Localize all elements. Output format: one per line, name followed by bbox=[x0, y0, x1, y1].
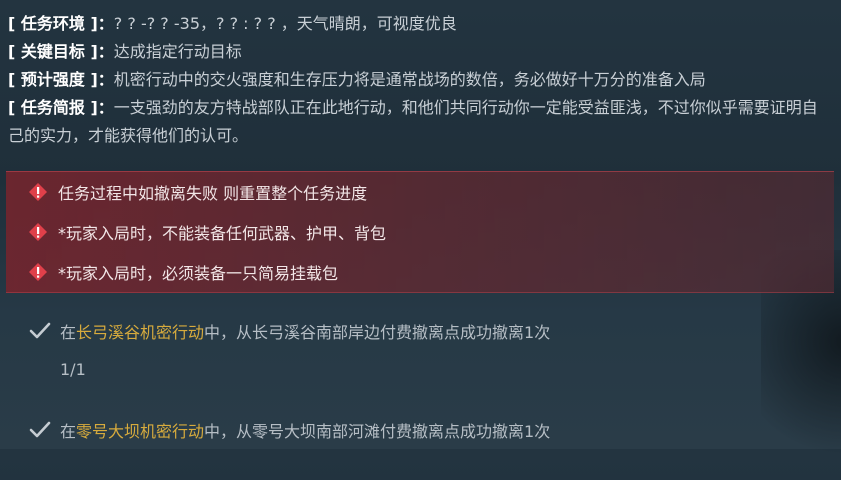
warning-text: 任务过程中如撤离失败 则重置整个任务进度 bbox=[58, 184, 368, 203]
task-suffix: 中，从零号大坝南部河滩付费撤离点成功撤离1次 bbox=[204, 422, 551, 441]
task-prefix: 在 bbox=[60, 422, 77, 441]
warning-item: *玩家入局时，必须装备一只简易挂载包 bbox=[28, 257, 338, 287]
intensity-label: [ 预计强度 ]： bbox=[8, 70, 114, 89]
mission-intensity-row: [ 预计强度 ]：机密行动中的交火强度和生存压力将是通常战场的数倍，务必做好十万… bbox=[8, 66, 833, 94]
checkmark-icon bbox=[29, 322, 51, 339]
warning-panel: 任务过程中如撤离失败 则重置整个任务进度 *玩家入局时，不能装备任何武器、护甲、… bbox=[6, 171, 834, 293]
environment-value: ? ? -? ? -35，? ? : ? ? ，天气晴朗，可视度优良 bbox=[113, 14, 457, 33]
task-prefix: 在 bbox=[60, 323, 77, 342]
brief-label: [ 任务简报 ]： bbox=[8, 98, 114, 117]
warning-icon bbox=[29, 263, 47, 281]
mission-info-panel: [ 任务环境 ]：? ? -? ? -35，? ? : ? ? ，天气晴朗，可视… bbox=[8, 10, 833, 150]
task-line: 在长弓溪谷机密行动 中，从长弓溪谷南部岸边付费撤离点成功撤离1次 bbox=[28, 318, 550, 344]
warning-text: *玩家入局时，不能装备任何武器、护甲、背包 bbox=[58, 224, 387, 243]
task-location-highlight: 零号大坝机密行动 bbox=[76, 422, 205, 441]
warning-item: *玩家入局时，不能装备任何武器、护甲、背包 bbox=[28, 217, 386, 247]
environment-label: [ 任务环境 ]： bbox=[8, 14, 114, 33]
task-item: 在零号大坝机密行动 中，从零号大坝南部河滩付费撤离点成功撤离1次 bbox=[28, 417, 550, 443]
checkmark-icon bbox=[29, 421, 51, 438]
warning-item: 任务过程中如撤离失败 则重置整个任务进度 bbox=[28, 177, 367, 207]
brief-value: 一支强劲的友方特战部队正在此地行动，和他们共同行动你一定能受益匪浅，不过你似乎需… bbox=[8, 98, 818, 145]
task-progress: 1/1 bbox=[60, 360, 86, 379]
warning-icon bbox=[29, 183, 47, 201]
mission-objective-row: [ 关键目标 ]：达成指定行动目标 bbox=[8, 38, 833, 66]
mission-brief-row: [ 任务简报 ]：一支强劲的友方特战部队正在此地行动，和他们共同行动你一定能受益… bbox=[8, 94, 833, 150]
task-suffix: 中，从长弓溪谷南部岸边付费撤离点成功撤离1次 bbox=[204, 323, 551, 342]
task-item: 在长弓溪谷机密行动 中，从长弓溪谷南部岸边付费撤离点成功撤离1次 1/1 bbox=[28, 318, 550, 379]
warning-text: *玩家入局时，必须装备一只简易挂载包 bbox=[58, 264, 339, 283]
objective-value: 达成指定行动目标 bbox=[113, 42, 242, 61]
task-location-highlight: 长弓溪谷机密行动 bbox=[76, 323, 205, 342]
task-line: 在零号大坝机密行动 中，从零号大坝南部河滩付费撤离点成功撤离1次 bbox=[28, 417, 550, 443]
objective-label: [ 关键目标 ]： bbox=[8, 42, 114, 61]
warning-icon bbox=[29, 223, 47, 241]
intensity-value: 机密行动中的交火强度和生存压力将是通常战场的数倍，务必做好十万分的准备入局 bbox=[113, 70, 706, 89]
mission-environment-row: [ 任务环境 ]：? ? -? ? -35，? ? : ? ? ，天气晴朗，可视… bbox=[8, 10, 833, 38]
